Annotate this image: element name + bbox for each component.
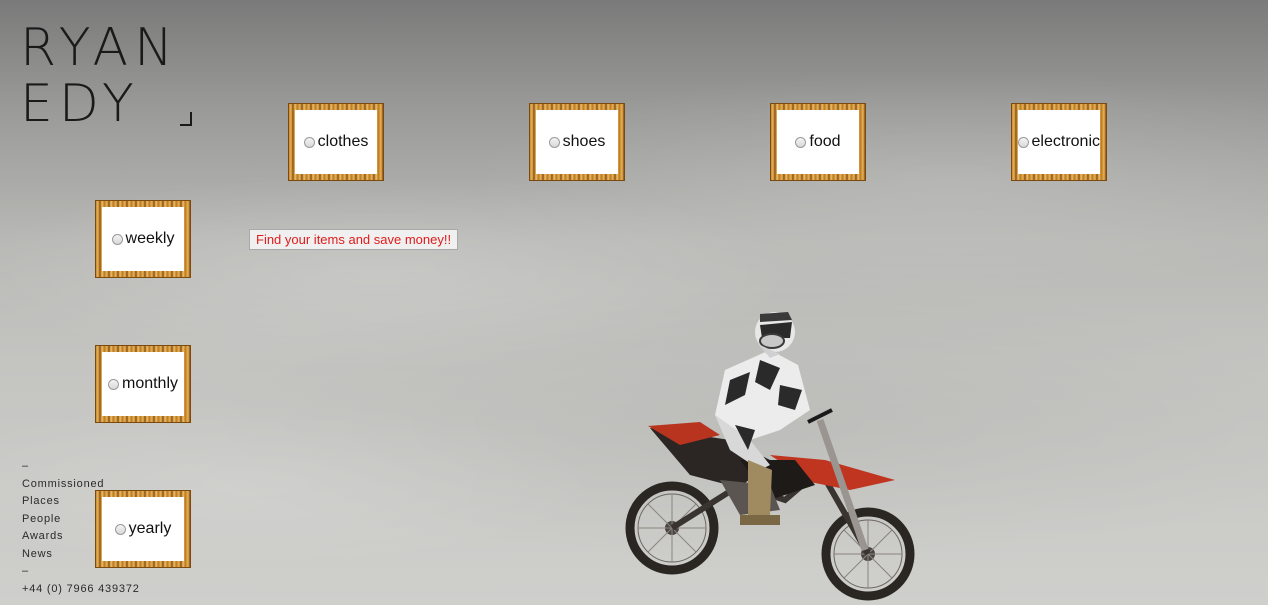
motocross-rider-image [625,312,915,601]
period-label: weekly [125,230,175,247]
period-option-weekly[interactable]: weekly [95,200,191,278]
category-label: clothes [317,133,369,150]
nav-separator: – [22,460,29,472]
category-option-electronic[interactable]: electronic [1011,103,1107,181]
category-label: shoes [562,133,606,150]
find-items-button[interactable]: Find your items and save money!! [249,229,459,250]
period-option-monthly[interactable]: monthly [95,345,191,423]
category-label: electronic [1031,133,1100,150]
category-option-shoes[interactable]: shoes [529,103,625,181]
logo-corner-mark [180,112,192,126]
period-label: monthly [121,375,179,392]
logo-line-2: EDY [20,74,140,134]
period-label: yearly [128,520,172,537]
category-option-food[interactable]: food [770,103,866,181]
radio-food[interactable] [795,136,807,148]
radio-yearly[interactable] [114,523,126,535]
contact-phone[interactable]: +44 (0) 7966 439372 [22,581,140,599]
category-label: food [809,133,841,150]
site-logo[interactable]: RYAN EDY [20,18,192,134]
radio-monthly[interactable] [107,378,119,390]
period-option-yearly[interactable]: yearly [95,490,191,568]
radio-electronic[interactable] [1018,136,1029,148]
radio-shoes[interactable] [548,136,560,148]
radio-weekly[interactable] [111,233,123,245]
logo-line-1: RYAN [20,18,180,78]
radio-clothes[interactable] [303,136,315,148]
category-option-clothes[interactable]: clothes [288,103,384,181]
